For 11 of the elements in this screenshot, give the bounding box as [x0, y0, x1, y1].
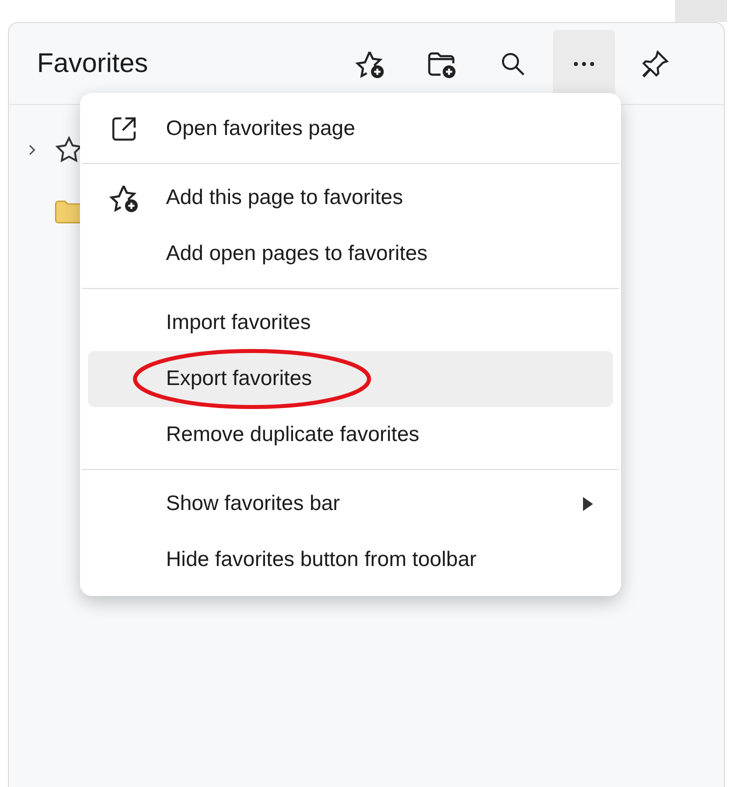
- panel-title: Favorites: [37, 47, 150, 80]
- menu-item[interactable]: Add this page to favorites: [88, 170, 613, 226]
- menu-item[interactable]: Open favorites page: [88, 101, 613, 157]
- more-options-icon: [573, 60, 595, 66]
- menu-item[interactable]: Import favorites: [88, 295, 613, 351]
- menu-item[interactable]: Hide favorites button from toolbar: [88, 532, 613, 588]
- submenu-arrow-icon: [583, 497, 593, 511]
- menu-item[interactable]: Remove duplicate favorites: [88, 407, 613, 463]
- menu-item[interactable]: Show favorites bar: [88, 476, 613, 532]
- menu-item[interactable]: Export favorites: [88, 351, 613, 407]
- menu-item[interactable]: Add open pages to favorites: [88, 226, 613, 282]
